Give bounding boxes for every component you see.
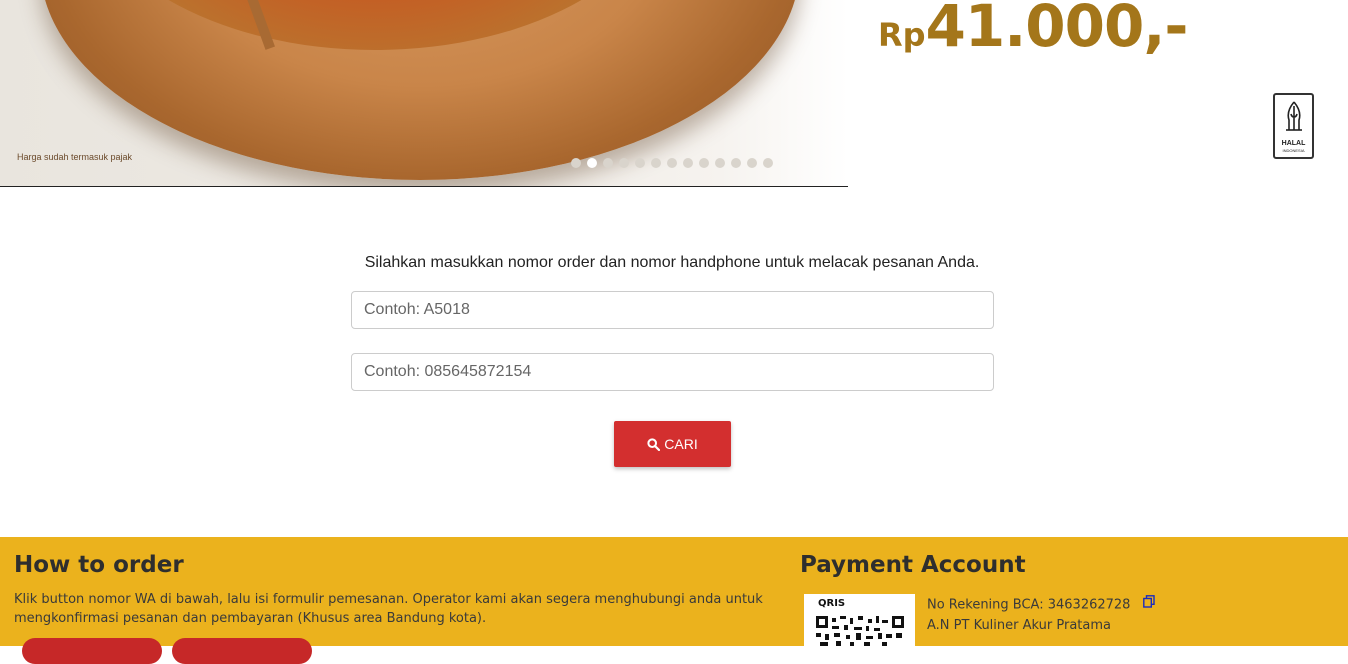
carousel-dot[interactable]	[763, 158, 773, 168]
halal-subtext: INDONESIA	[1282, 148, 1305, 153]
carousel-dot[interactable]	[667, 158, 677, 168]
carousel-dot[interactable]	[587, 158, 597, 168]
tracking-instruction: Silahkan masukkan nomor order dan nomor …	[364, 254, 980, 271]
order-tracking-form: Silahkan masukkan nomor order dan nomor …	[0, 187, 1348, 537]
carousel-dot[interactable]	[651, 158, 661, 168]
carousel-dot[interactable]	[603, 158, 613, 168]
price-currency: Rp	[878, 16, 926, 54]
how-to-order-text: Klik button nomor WA di bawah, lalu isi …	[14, 592, 763, 626]
qris-logo: QRIS	[818, 598, 846, 609]
price-amount: 41.000,-	[925, 0, 1189, 60]
carousel-dot[interactable]	[747, 158, 757, 168]
qr-code-icon	[816, 616, 904, 646]
account-info: No Rekening BCA: 3463262728 A.N PT Kulin…	[927, 595, 1155, 636]
footer-section: How to order Klik button nomor WA di baw…	[0, 537, 1348, 664]
price-label: Rp41.000,-	[878, 0, 1189, 60]
phone-number-input[interactable]	[351, 353, 994, 391]
carousel-dot[interactable]	[731, 158, 741, 168]
how-to-order-title: How to order	[14, 552, 184, 578]
carousel-dot[interactable]	[619, 158, 629, 168]
promo-banner: Harga sudah termasuk pajak Rp41.000,- HA…	[0, 0, 1348, 187]
account-number-row: No Rekening BCA: 3463262728	[927, 595, 1155, 616]
search-button[interactable]: CARI	[614, 421, 731, 467]
carousel-dot[interactable]	[683, 158, 693, 168]
carousel-dot[interactable]	[715, 158, 725, 168]
copy-icon[interactable]	[1142, 595, 1155, 615]
qris-code-image: QRIS	[804, 594, 915, 654]
search-button-label: CARI	[664, 436, 698, 452]
halal-emblem-icon	[1286, 101, 1302, 131]
account-number: No Rekening BCA: 3463262728	[927, 597, 1131, 613]
halal-logo: HALAL INDONESIA	[1273, 93, 1314, 159]
carousel-dot[interactable]	[699, 158, 709, 168]
order-number-input[interactable]	[351, 291, 994, 329]
search-icon	[647, 437, 661, 451]
whatsapp-button-2[interactable]	[172, 638, 312, 664]
carousel-indicators	[571, 158, 773, 168]
tax-note: Harga sudah termasuk pajak	[17, 152, 133, 162]
whatsapp-button-1[interactable]	[22, 638, 162, 664]
carousel-dot[interactable]	[635, 158, 645, 168]
account-name: A.N PT Kuliner Akur Pratama	[927, 617, 1111, 633]
payment-account-title: Payment Account	[800, 552, 1026, 578]
pizza-banner-image: Harga sudah termasuk pajak	[0, 0, 848, 187]
halal-text: HALAL	[1281, 140, 1306, 147]
carousel-dot[interactable]	[571, 158, 581, 168]
